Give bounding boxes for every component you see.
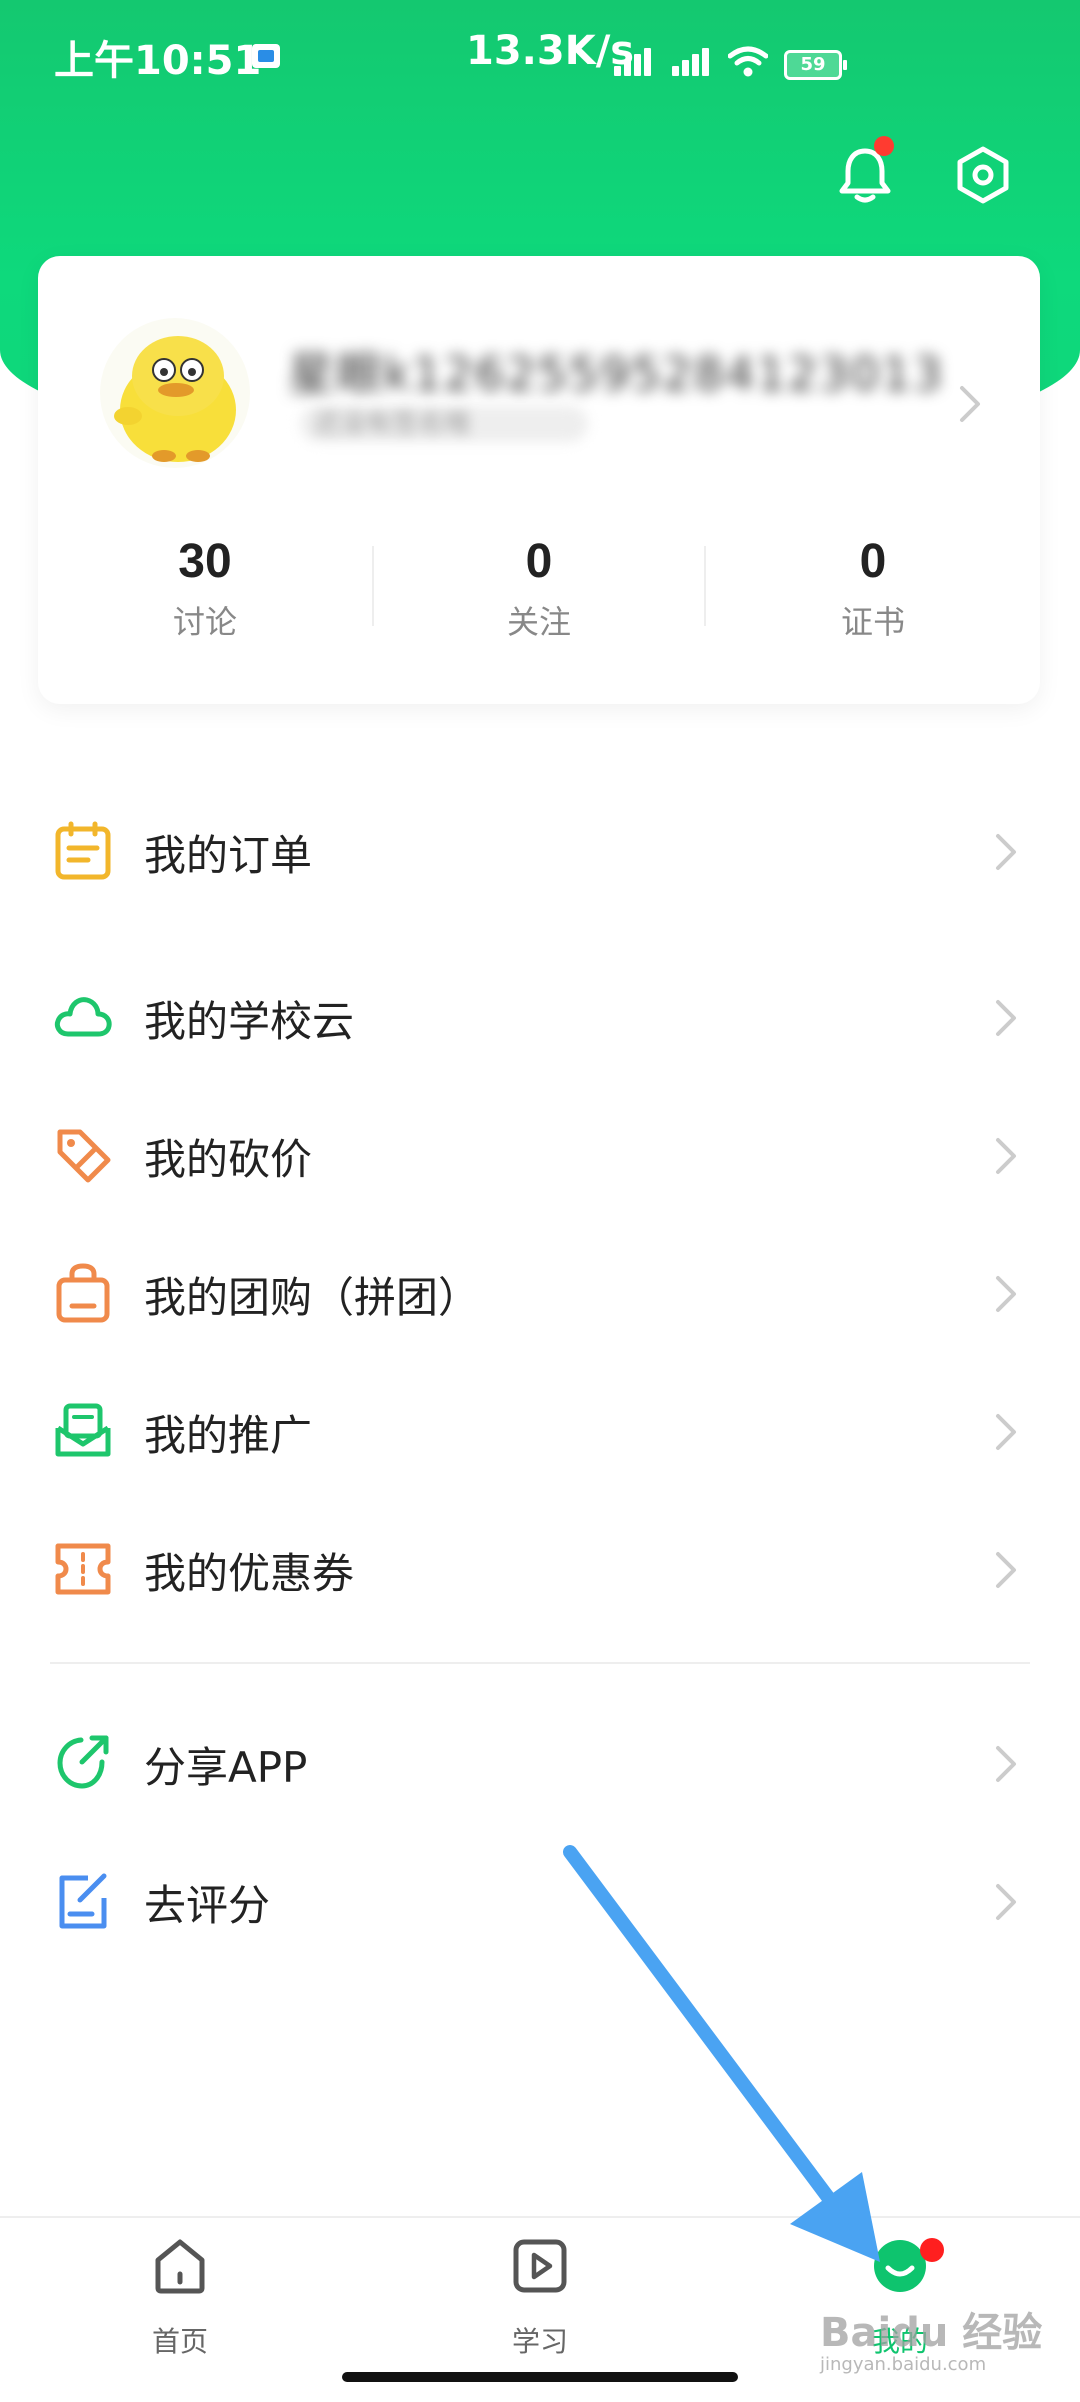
stat-label: 证书 <box>840 603 905 641</box>
chevron-right-icon <box>960 386 980 422</box>
watermark-brand: Baidu 经验 <box>820 2310 1043 2356</box>
menu-label: 我的团购（拼团） <box>144 1273 481 1322</box>
user-signature: 还没有签名哦 <box>300 406 588 442</box>
menu-label: 我的学校云 <box>144 997 355 1046</box>
status-bar: 上午10:51 13.3K/s 59 <box>0 0 1080 96</box>
settings-button[interactable] <box>948 140 1018 210</box>
clipboard-icon <box>55 821 111 880</box>
home-icon <box>155 2239 205 2294</box>
home-indicator <box>342 2372 738 2382</box>
envelope-icon <box>55 1403 111 1457</box>
shopping-bag-icon <box>56 1263 110 1323</box>
play-square-icon <box>513 2239 567 2293</box>
menu-divider <box>50 1662 1030 1664</box>
notification-button[interactable] <box>830 136 900 210</box>
battery-indicator: 59 <box>784 50 847 80</box>
chevron-right-icon <box>996 834 1016 870</box>
tag-discount-icon <box>57 1129 111 1183</box>
tab-label: 首页 <box>151 2325 208 2358</box>
stat-value: 0 <box>859 535 887 588</box>
edit-note-icon <box>59 1873 107 1929</box>
stat-label: 关注 <box>506 603 571 641</box>
signal-icon-2 <box>672 48 720 76</box>
tab-home[interactable]: 首页 <box>80 2236 280 2360</box>
menu-item-orders[interactable]: 我的订单 <box>0 790 1080 910</box>
profile-stats: 30 讨论 0 关注 0 证书 <box>38 526 1040 656</box>
menu-item-coupons[interactable]: 我的优惠券 <box>0 1508 1080 1628</box>
menu-label: 我的推广 <box>144 1411 313 1460</box>
ticket-icon <box>55 1543 111 1595</box>
menu-item-rate[interactable]: 去评分 <box>0 1840 1080 1960</box>
watermark-url: jingyan.baidu.com <box>820 2354 987 2375</box>
tab-badge-dot <box>920 2238 944 2262</box>
menu-label: 我的砍价 <box>144 1135 313 1184</box>
tab-learn[interactable]: 学习 <box>440 2236 640 2360</box>
menu-item-group-buy[interactable]: 我的团购（拼团） <box>0 1232 1080 1352</box>
notification-app-icon <box>252 44 280 68</box>
chevron-right-icon <box>996 1746 1016 1782</box>
chevron-right-icon <box>996 1138 1016 1174</box>
menu-item-promotion[interactable]: 我的推广 <box>0 1370 1080 1490</box>
avatar[interactable] <box>100 318 250 468</box>
stat-label: 讨论 <box>172 603 237 641</box>
chevron-right-icon <box>996 1000 1016 1036</box>
menu-label: 我的订单 <box>144 831 313 880</box>
menu-item-school-cloud[interactable]: 我的学校云 <box>0 956 1080 1076</box>
wifi-icon <box>728 46 768 77</box>
header-actions <box>780 136 1080 220</box>
duck-avatar-image <box>114 336 236 462</box>
stat-divider <box>372 546 374 626</box>
signal-icon <box>614 48 662 76</box>
profile-card[interactable]: 星眼k12625595284123013 还没有签名哦 30 讨论 0 关注 0… <box>38 256 1040 704</box>
stat-certificates[interactable]: 0 证书 <box>706 526 1040 656</box>
menu-item-bargain[interactable]: 我的砍价 <box>0 1094 1080 1214</box>
stat-value: 30 <box>178 535 232 588</box>
status-time: 上午10:51 <box>54 38 262 84</box>
username: 星眼k12625595284123013 <box>288 347 945 401</box>
network-speed: 13.3K/s <box>466 28 635 74</box>
chevron-right-icon <box>996 1414 1016 1450</box>
settings-icon <box>957 146 1009 204</box>
menu-label: 去评分 <box>144 1881 271 1930</box>
menu-label: 我的优惠券 <box>144 1549 355 1598</box>
chevron-right-icon <box>996 1552 1016 1588</box>
stat-discussions[interactable]: 30 讨论 <box>38 526 372 656</box>
chevron-right-icon <box>996 1884 1016 1920</box>
menu-item-share-app[interactable]: 分享APP <box>0 1702 1080 1822</box>
notification-badge <box>874 136 894 156</box>
stat-value: 0 <box>525 535 553 588</box>
chevron-right-icon <box>996 1276 1016 1312</box>
watermark: Baidu 经验 jingyan.baidu.com <box>820 2300 1042 2375</box>
share-arrow-icon <box>57 1735 109 1789</box>
stat-following[interactable]: 0 关注 <box>372 526 706 656</box>
cloud-icon <box>54 997 112 1037</box>
tab-label: 学习 <box>511 2325 568 2358</box>
menu-label: 分享APP <box>144 1743 308 1792</box>
